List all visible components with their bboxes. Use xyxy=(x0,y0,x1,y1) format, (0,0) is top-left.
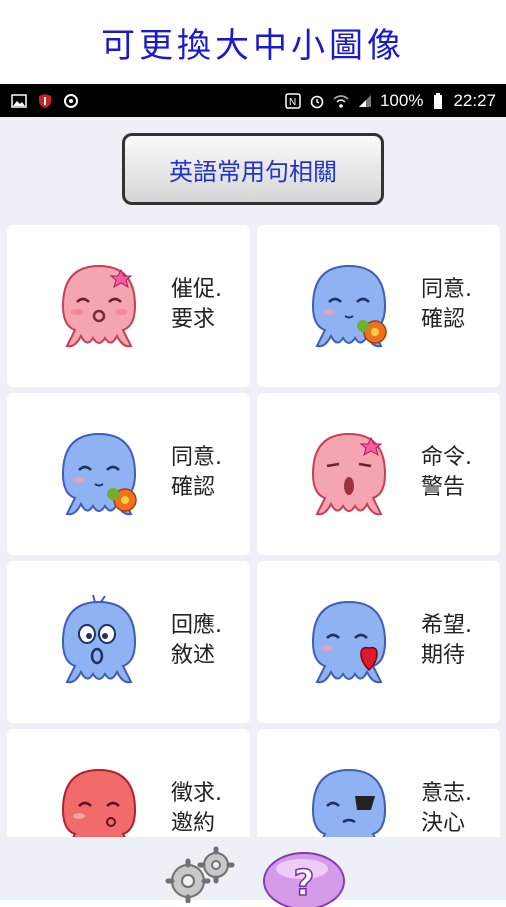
battery-percent: 100% xyxy=(379,90,424,110)
battery-icon xyxy=(429,92,447,110)
top-banner: 可更換大中小圖像 xyxy=(0,0,506,84)
blue-octopus-flower-icon xyxy=(61,432,137,516)
status-left-icons xyxy=(0,92,80,110)
shield-icon xyxy=(36,92,54,110)
status-right-icons: N 100% 22:27 xyxy=(284,91,506,111)
banner-title: 可更換大中小圖像 xyxy=(101,25,405,66)
card-label: 希望. 期待 xyxy=(421,613,472,668)
blue-octopus-eyepatch-icon xyxy=(311,768,387,837)
blue-octopus-flower-icon xyxy=(311,264,387,348)
status-time: 22:27 xyxy=(453,90,496,110)
phrase-card[interactable]: 希望. 期待 xyxy=(257,561,500,723)
phrase-card[interactable]: 同意. 確認 xyxy=(7,393,250,555)
phrase-grid: 催促. 要求 同意. 確認 同意. 確認 命令. 警告 回應. 敘述 希望. 期… xyxy=(0,225,506,837)
card-label: 命令. 警告 xyxy=(421,445,472,500)
phrase-card[interactable]: 意志. 決心 xyxy=(257,729,500,837)
status-bar: N 100% 22:27 xyxy=(0,84,506,117)
bottom-toolbar: ? xyxy=(0,837,506,907)
blue-octopus-heart-icon xyxy=(311,600,387,684)
signal-icon xyxy=(356,92,374,110)
phrase-card[interactable]: 命令. 警告 xyxy=(257,393,500,555)
phrase-card[interactable]: 徵求. 邀約 xyxy=(7,729,250,837)
question-mark-icon[interactable]: ? xyxy=(262,847,346,907)
gears-icon[interactable] xyxy=(160,843,244,903)
blue-octopus-surprised-icon xyxy=(61,594,137,684)
card-label: 同意. 確認 xyxy=(421,277,472,332)
card-label: 回應. 敘述 xyxy=(171,613,222,668)
card-label: 同意. 確認 xyxy=(171,445,222,500)
category-button[interactable]: 英語常用句相關 xyxy=(122,133,384,205)
card-label: 催促. 要求 xyxy=(171,277,222,332)
app-content: 英語常用句相關 催促. 要求 同意. 確認 同意. 確認 命令. 警告 回應. … xyxy=(0,117,506,907)
sync-icon xyxy=(62,92,80,110)
image-icon xyxy=(10,92,28,110)
phrase-card[interactable]: 回應. 敘述 xyxy=(7,561,250,723)
pink-octopus-wink-icon xyxy=(61,264,137,348)
alarm-icon xyxy=(308,92,326,110)
phrase-card[interactable]: 催促. 要求 xyxy=(7,225,250,387)
svg-text:?: ? xyxy=(294,863,315,904)
nfc-icon: N xyxy=(284,92,302,110)
wifi-icon xyxy=(332,92,350,110)
card-label: 徵求. 邀約 xyxy=(171,781,222,836)
pink-octopus-shout-icon xyxy=(311,432,387,516)
phrase-grid-viewport[interactable]: 催促. 要求 同意. 確認 同意. 確認 命令. 警告 回應. 敘述 希望. 期… xyxy=(0,225,506,837)
phrase-card[interactable]: 同意. 確認 xyxy=(257,225,500,387)
card-label: 意志. 決心 xyxy=(421,781,472,836)
svg-text:N: N xyxy=(289,97,296,108)
red-octopus-kiss-icon xyxy=(61,768,137,837)
